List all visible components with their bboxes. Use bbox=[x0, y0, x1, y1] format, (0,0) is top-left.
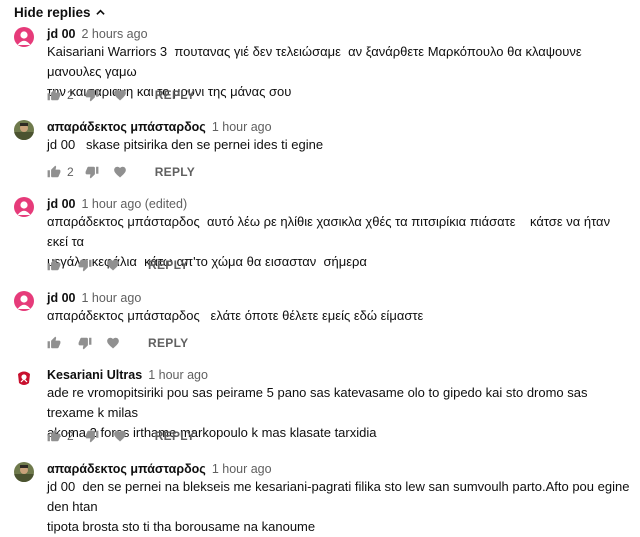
thumbs-up-icon[interactable] bbox=[47, 88, 61, 102]
comment-actions: 2 REPLY bbox=[47, 86, 195, 104]
comment-time[interactable]: 1 hour ago bbox=[82, 291, 142, 305]
heart-icon[interactable] bbox=[106, 258, 120, 272]
comment-time[interactable]: 1 hour ago bbox=[148, 368, 208, 382]
club-logo-avatar[interactable] bbox=[14, 368, 34, 388]
comment-time[interactable]: 1 hour ago (edited) bbox=[82, 197, 188, 211]
pink-person-avatar[interactable] bbox=[14, 291, 34, 311]
comment-actions: REPLY bbox=[47, 256, 188, 274]
thumbs-up-icon[interactable] bbox=[47, 336, 61, 350]
photo-avatar[interactable] bbox=[14, 120, 34, 140]
thumbs-up-icon[interactable] bbox=[47, 429, 61, 443]
pink-person-avatar[interactable] bbox=[14, 197, 34, 217]
comment-actions: 2 REPLY bbox=[47, 163, 195, 181]
comment-actions: REPLY bbox=[47, 334, 188, 352]
thumbs-down-icon[interactable] bbox=[85, 429, 99, 443]
comment-text: jd 00 skase pitsirika den se pernei ides… bbox=[47, 137, 324, 152]
comment-author[interactable]: jd 00 bbox=[47, 291, 76, 305]
thumbs-down-icon[interactable] bbox=[85, 88, 99, 102]
thumbs-down-icon[interactable] bbox=[78, 336, 92, 350]
heart-icon[interactable] bbox=[113, 165, 127, 179]
comment-author[interactable]: Kesariani Ultras bbox=[47, 368, 142, 382]
heart-icon[interactable] bbox=[106, 336, 120, 350]
thumbs-down-icon[interactable] bbox=[85, 165, 99, 179]
chevron-up-icon bbox=[95, 9, 105, 15]
reply-button[interactable]: REPLY bbox=[148, 258, 188, 272]
comment-author[interactable]: απαράδεκτος μπάσταρδος bbox=[47, 462, 206, 476]
comment-author[interactable]: απαράδεκτος μπάσταρδος bbox=[47, 120, 206, 134]
thumbs-down-icon[interactable] bbox=[78, 258, 92, 272]
comment-text: απαράδεκτος μπάσταρδος ελάτε όποτε θέλετ… bbox=[47, 308, 424, 323]
reply-button[interactable]: REPLY bbox=[155, 88, 195, 102]
hide-replies-label: Hide replies bbox=[14, 4, 91, 20]
comment-author[interactable]: jd 00 bbox=[47, 27, 76, 41]
thumbs-up-icon[interactable] bbox=[47, 258, 61, 272]
like-count: 2 bbox=[67, 165, 74, 179]
photo-avatar[interactable] bbox=[14, 462, 34, 482]
reply-button[interactable]: REPLY bbox=[155, 429, 195, 443]
like-count: 2 bbox=[67, 88, 74, 102]
pink-person-avatar[interactable] bbox=[14, 27, 34, 47]
heart-icon[interactable] bbox=[113, 88, 127, 102]
comment-actions: 2 REPLY bbox=[47, 427, 195, 445]
hide-replies-button[interactable]: Hide replies bbox=[14, 3, 105, 21]
reply-button[interactable]: REPLY bbox=[148, 336, 188, 350]
thumbs-up-icon[interactable] bbox=[47, 165, 61, 179]
reply-button[interactable]: REPLY bbox=[155, 165, 195, 179]
comment-time[interactable]: 2 hours ago bbox=[82, 27, 148, 41]
heart-icon[interactable] bbox=[113, 429, 127, 443]
comment-author[interactable]: jd 00 bbox=[47, 197, 76, 211]
like-count: 2 bbox=[67, 429, 74, 443]
comment-time[interactable]: 1 hour ago bbox=[212, 462, 272, 476]
comment-time[interactable]: 1 hour ago bbox=[212, 120, 272, 134]
comment-text: jd 00 den se pernei na blekseis me kesar… bbox=[47, 479, 630, 534]
